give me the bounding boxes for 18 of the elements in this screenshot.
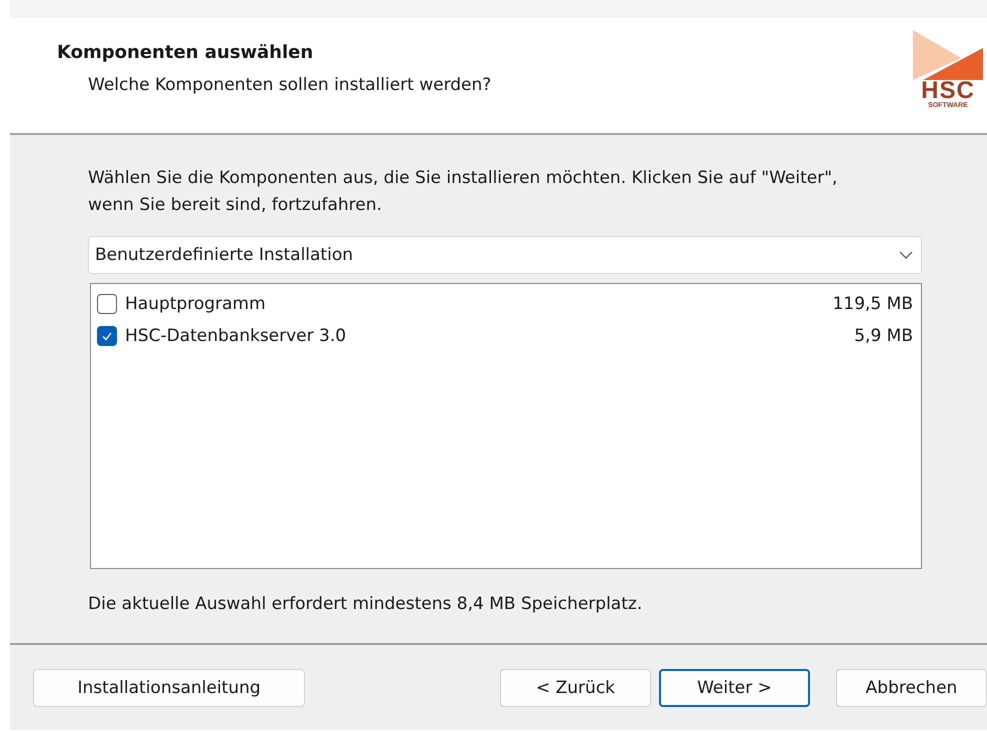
page-subtitle: Welche Komponenten sollen installiert werden? xyxy=(88,75,492,95)
component-size: 119,5 MB xyxy=(832,294,913,314)
component-name[interactable]: Hauptprogramm xyxy=(125,294,833,314)
checkbox[interactable] xyxy=(97,294,117,314)
component-name[interactable]: HSC-Datenbankserver 3.0 xyxy=(125,326,854,346)
nav-button[interactable]: Weiter > xyxy=(659,668,810,706)
manual-button[interactable]: Installationsanleitung xyxy=(33,668,305,706)
cancel-button[interactable]: Abbrechen xyxy=(836,668,987,706)
component-size: 5,9 MB xyxy=(854,326,913,346)
chevron-down-icon xyxy=(899,251,913,259)
instructions-text: Wählen Sie die Komponenten aus, die Sie installieren möchten. Klicken Sie auf "Weiter", wenn Sie bereit sind, fortzufahren. xyxy=(88,167,838,217)
setup-type-dropdown[interactable]: Benutzerdefinierte Installation xyxy=(88,236,922,274)
checkmark-icon xyxy=(101,330,113,342)
checkbox[interactable] xyxy=(97,326,117,346)
space-required-text: Die aktuelle Auswahl erfordert mindestens 8,4 MB Speicherplatz. xyxy=(88,593,644,614)
nav-button[interactable]: < Zurück xyxy=(500,668,651,706)
page-title: Komponenten auswählen xyxy=(57,42,314,63)
triangle-logo-icon xyxy=(912,30,984,80)
